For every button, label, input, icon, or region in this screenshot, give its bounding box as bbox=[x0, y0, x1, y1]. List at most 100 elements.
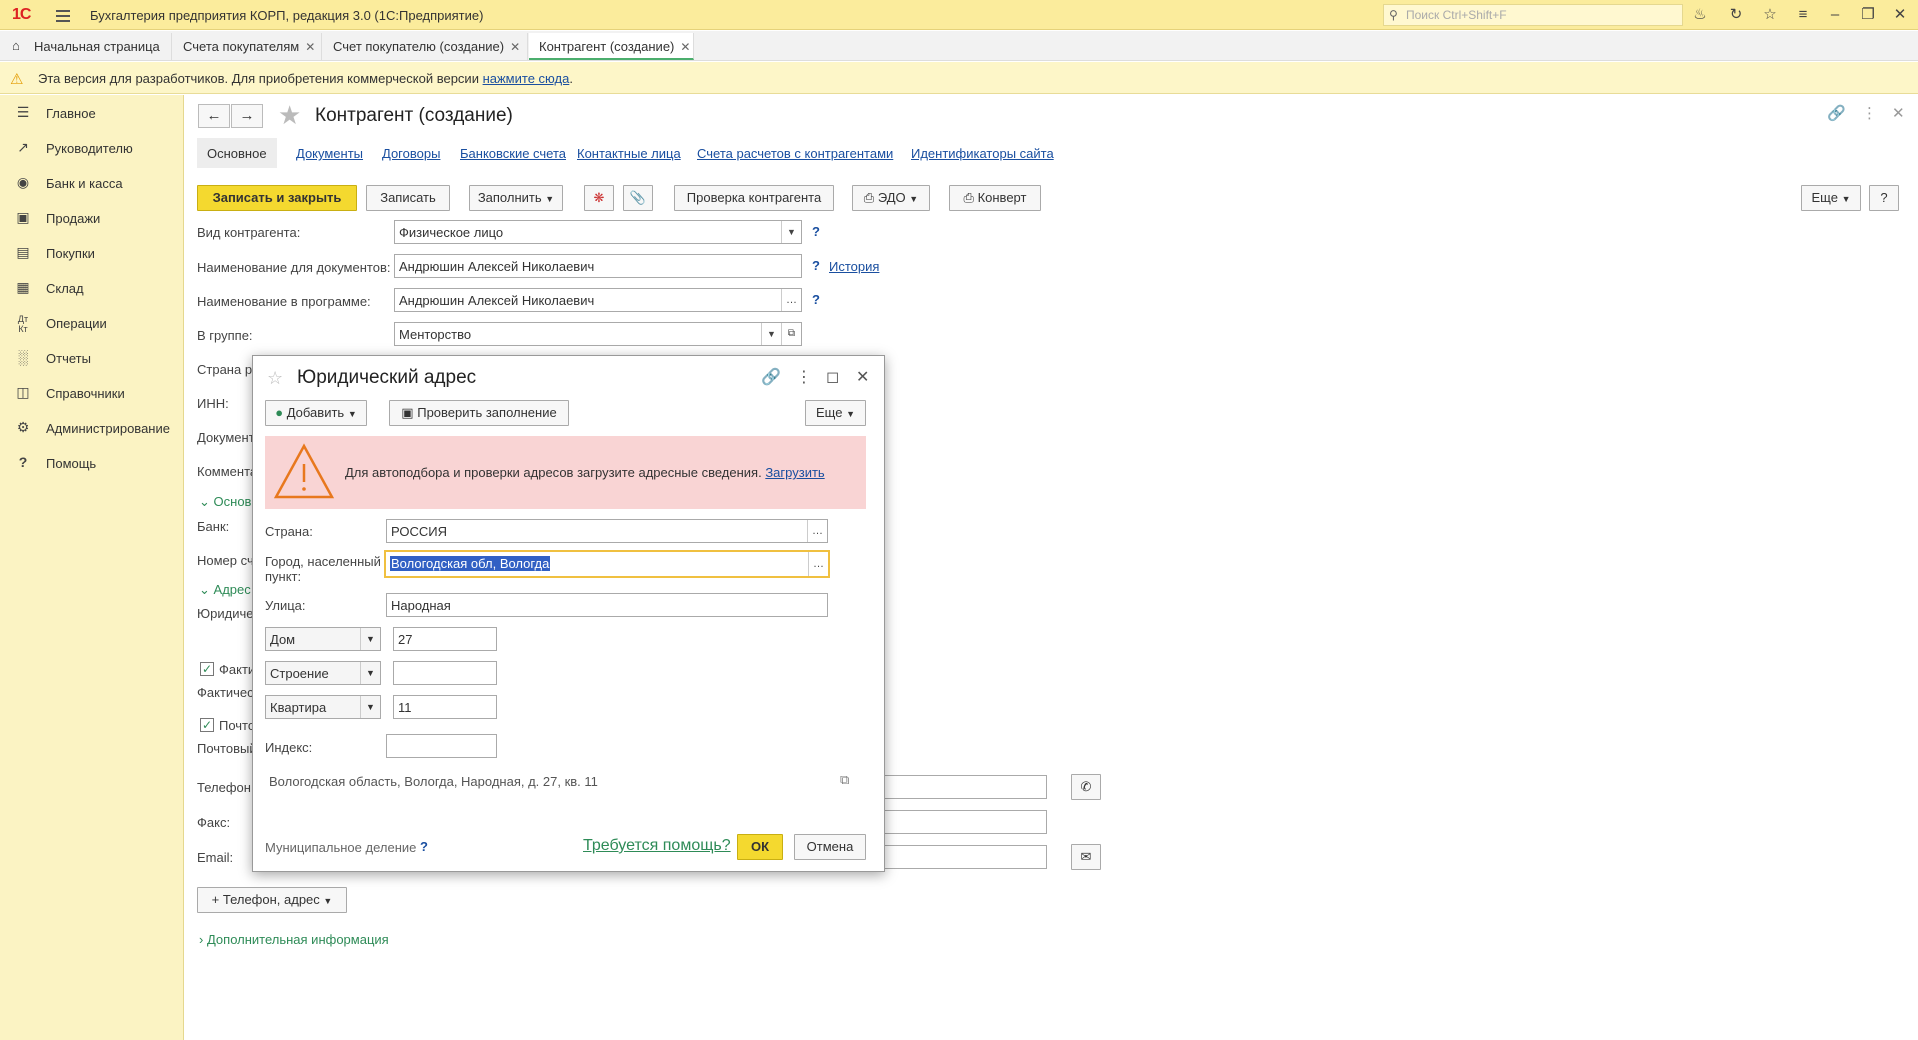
post-address-checkbox[interactable]: ✓ bbox=[200, 718, 214, 732]
add-phone-address-button[interactable]: + Телефон, адрес ▼ bbox=[197, 887, 347, 913]
maximize-icon[interactable]: ◻ bbox=[826, 367, 839, 387]
building-input[interactable] bbox=[393, 661, 497, 685]
save-button[interactable]: Записать bbox=[366, 185, 450, 211]
phone-input[interactable] bbox=[882, 775, 1047, 799]
phone-call-icon[interactable]: ✆ bbox=[1071, 774, 1101, 800]
sidebar-item-sales[interactable]: ▣ Продажи bbox=[0, 200, 183, 235]
close-icon[interactable]: ✕ bbox=[305, 40, 315, 54]
sidebar-item-warehouse[interactable]: ▦ Склад bbox=[0, 270, 183, 305]
city-input[interactable]: Вологодская обл, Вологда… bbox=[384, 550, 830, 578]
global-search-input[interactable]: ⚲ Поиск Ctrl+Shift+F bbox=[1383, 4, 1683, 26]
chevron-down-icon[interactable]: ▼ bbox=[360, 662, 380, 684]
tab-invoice-create[interactable]: Счет покупателю (создание) ✕ bbox=[323, 33, 528, 60]
help-needed-link[interactable]: Требуется помощь? bbox=[583, 837, 731, 855]
favorite-star-icon[interactable]: ☆ bbox=[267, 368, 283, 389]
sidebar-item-main[interactable]: ☰ Главное bbox=[0, 95, 183, 130]
edo-dropdown-button[interactable]: ⎙ ЭДО ▼ bbox=[852, 185, 930, 211]
ok-button[interactable]: ОК bbox=[737, 834, 783, 860]
flat-type-select[interactable]: Квартира ▼ bbox=[265, 695, 381, 719]
country-input[interactable]: РОССИЯ… bbox=[386, 519, 828, 543]
link-icon[interactable]: 🔗 bbox=[1827, 104, 1846, 122]
chevron-down-icon[interactable]: ▼ bbox=[360, 628, 380, 650]
index-input[interactable] bbox=[386, 734, 497, 758]
fill-dropdown-button[interactable]: Заполнить ▼ bbox=[469, 185, 563, 211]
tab-settlement-accounts[interactable]: Счета расчетов с контрагентами bbox=[687, 138, 903, 168]
tab-main[interactable]: Основное bbox=[197, 138, 277, 168]
house-input[interactable]: 27 bbox=[393, 627, 497, 651]
street-input[interactable]: Народная bbox=[386, 593, 828, 617]
check-counterparty-button[interactable]: Проверка контрагента bbox=[674, 185, 834, 211]
kind-select[interactable]: Физическое лицо ▼ bbox=[394, 220, 802, 244]
copy-icon[interactable]: ⧉ bbox=[840, 772, 849, 788]
municipal-help-icon[interactable]: ? bbox=[420, 839, 428, 854]
main-section-toggle[interactable]: ⌄ Основ bbox=[199, 494, 251, 510]
kind-help-icon[interactable]: ? bbox=[812, 224, 820, 239]
sidebar-item-manager[interactable]: ↗ Руководителю bbox=[0, 130, 183, 165]
cancel-button[interactable]: Отмена bbox=[794, 834, 866, 860]
sidebar-item-catalogs[interactable]: ◫ Справочники bbox=[0, 375, 183, 410]
close-icon[interactable]: ✕ bbox=[680, 40, 690, 54]
settings-list-icon[interactable]: ≡ bbox=[1793, 5, 1813, 25]
tab-bank-accounts[interactable]: Банковские счета bbox=[450, 138, 576, 168]
group-select[interactable]: Менторство ▼ ⧉ bbox=[394, 322, 802, 346]
building-type-select[interactable]: Строение ▼ bbox=[265, 661, 381, 685]
close-app-icon[interactable]: ✕ bbox=[1890, 5, 1910, 25]
kebab-menu-icon[interactable]: ⋮ bbox=[1862, 104, 1877, 122]
add-dropdown-button[interactable]: ● Добавить ▼ bbox=[265, 400, 367, 426]
notice-link[interactable]: нажмите сюда bbox=[483, 71, 570, 86]
back-button[interactable]: ← bbox=[198, 104, 230, 128]
chevron-down-icon[interactable]: ▼ bbox=[781, 221, 801, 243]
email-input[interactable] bbox=[882, 845, 1047, 869]
forward-button[interactable]: → bbox=[231, 104, 263, 128]
email-envelope-icon[interactable]: ✉ bbox=[1071, 844, 1101, 870]
flat-input[interactable]: 11 bbox=[393, 695, 497, 719]
history-icon[interactable]: ↻ bbox=[1726, 5, 1746, 25]
doc-name-input[interactable]: Андрюшин Алексей Николаевич bbox=[394, 254, 802, 278]
close-icon[interactable]: ✕ bbox=[856, 367, 869, 387]
history-link[interactable]: История bbox=[829, 259, 879, 274]
ellipsis-icon[interactable]: … bbox=[808, 552, 828, 576]
sidebar-item-reports[interactable]: ░ Отчеты bbox=[0, 340, 183, 375]
close-icon[interactable]: ✕ bbox=[510, 40, 520, 54]
envelope-button[interactable]: ⎙ Конверт bbox=[949, 185, 1041, 211]
restore-icon[interactable]: ❐ bbox=[1858, 5, 1878, 25]
link-icon[interactable]: 🔗 bbox=[761, 367, 781, 387]
favorite-star-icon[interactable]: ★ bbox=[278, 102, 301, 128]
house-type-select[interactable]: Дом ▼ bbox=[265, 627, 381, 651]
attach-icon[interactable]: 📎 bbox=[623, 185, 653, 211]
save-close-button[interactable]: Записать и закрыть bbox=[197, 185, 357, 211]
more-button[interactable]: Еще ▼ bbox=[1801, 185, 1861, 211]
minimize-icon[interactable]: – bbox=[1825, 5, 1845, 25]
extra-info-toggle[interactable]: › Дополнительная информация bbox=[199, 932, 389, 947]
fact-address-checkbox[interactable]: ✓ bbox=[200, 662, 214, 676]
bell-icon[interactable]: ♨ bbox=[1690, 5, 1710, 25]
sidebar-item-operations[interactable]: Дт Кт Операции bbox=[0, 305, 183, 340]
ellipsis-icon[interactable]: … bbox=[781, 289, 801, 311]
kebab-menu-icon[interactable]: ⋮ bbox=[796, 367, 812, 387]
fax-input[interactable] bbox=[882, 810, 1047, 834]
check-fill-button[interactable]: ▣ Проверить заполнение bbox=[389, 400, 569, 426]
tab-site-ids[interactable]: Идентификаторы сайта bbox=[901, 138, 1064, 168]
sidebar-item-purchases[interactable]: ▤ Покупки bbox=[0, 235, 183, 270]
tab-contracts[interactable]: Договоры bbox=[372, 138, 450, 168]
sidebar-item-bank[interactable]: ◉ Банк и касса bbox=[0, 165, 183, 200]
address-section-toggle[interactable]: ⌄ Адрес bbox=[199, 582, 251, 598]
sidebar-item-help[interactable]: ? Помощь bbox=[0, 445, 183, 480]
tab-counterparty-create[interactable]: Контрагент (создание) ✕ bbox=[529, 33, 694, 60]
chevron-down-icon[interactable]: ▼ bbox=[761, 323, 781, 345]
main-menu-icon[interactable] bbox=[56, 7, 70, 23]
load-link[interactable]: Загрузить bbox=[765, 465, 824, 480]
ellipsis-icon[interactable]: … bbox=[807, 520, 827, 542]
prog-name-help-icon[interactable]: ? bbox=[812, 292, 820, 307]
chevron-down-icon[interactable]: ▼ bbox=[360, 696, 380, 718]
close-form-icon[interactable]: ✕ bbox=[1892, 104, 1905, 122]
favorites-star-icon[interactable]: ☆ bbox=[1760, 5, 1780, 25]
tab-home[interactable]: ⌂ Начальная страница bbox=[0, 33, 172, 60]
sidebar-item-admin[interactable]: ⚙ Администрирование bbox=[0, 410, 183, 445]
open-icon[interactable]: ⧉ bbox=[781, 323, 801, 345]
more-button[interactable]: Еще ▼ bbox=[805, 400, 866, 426]
prog-name-input[interactable]: Андрюшин Алексей Николаевич… bbox=[394, 288, 802, 312]
doc-name-help-icon[interactable]: ? bbox=[812, 258, 820, 273]
tab-invoices[interactable]: Счета покупателям ✕ bbox=[173, 33, 322, 60]
help-button[interactable]: ? bbox=[1869, 185, 1899, 211]
